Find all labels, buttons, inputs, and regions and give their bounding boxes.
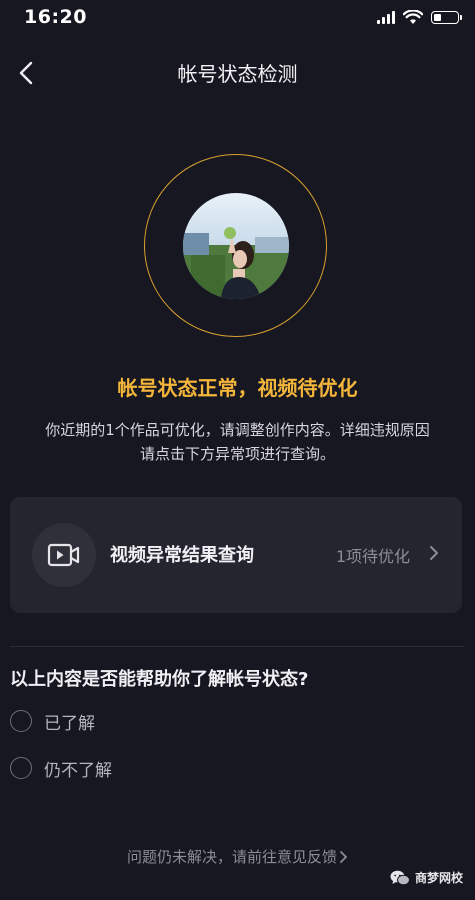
status-headline: 帐号状态正常，视频待优化 <box>117 376 358 400</box>
status-icons <box>377 10 462 25</box>
status-description: 你近期的1个作品可优化，请调整创作内容。详细违规原因 请点击下方异常项进行查询。 <box>18 418 457 466</box>
status-description-line2: 请点击下方异常项进行查询。 <box>139 445 335 463</box>
feedback-link-text: 问题仍未解决，请前往意见反馈 <box>126 848 337 866</box>
signal-icon <box>377 11 395 24</box>
battery-icon <box>431 11 462 24</box>
status-time: 16:20 <box>24 6 87 28</box>
watermark-text: 商梦网校 <box>414 871 463 885</box>
card-title: 视频异常结果查询 <box>110 545 254 566</box>
avatar <box>183 193 289 299</box>
radio-button[interactable] <box>10 710 32 732</box>
wifi-icon <box>403 10 423 24</box>
battery-fill <box>434 14 441 21</box>
video-abnormal-result-card[interactable]: 视频异常结果查询 1项待优化 <box>10 497 462 613</box>
option-not-understood[interactable]: 仍不了解 <box>10 755 112 781</box>
status-description-line1: 你近期的1个作品可优化，请调整创作内容。详细违规原因 <box>45 421 430 439</box>
video-camera-icon <box>47 543 80 567</box>
card-status-badge: 1项待优化 <box>335 547 410 566</box>
card-icon-circle <box>32 523 96 587</box>
option-label: 已了解 <box>44 713 95 734</box>
chevron-right-icon <box>430 546 438 560</box>
option-label: 仍不了解 <box>44 760 112 781</box>
feedback-link[interactable]: 问题仍未解决，请前往意见反馈 <box>0 846 475 867</box>
radio-button[interactable] <box>10 757 32 779</box>
status-bar: 16:20 <box>0 0 475 34</box>
page-title: 帐号状态检测 <box>177 62 298 86</box>
divider <box>10 646 465 647</box>
nav-bar: 帐号状态检测 <box>0 44 475 102</box>
survey-question: 以上内容是否能帮助你了解帐号状态? <box>10 669 309 690</box>
option-understood[interactable]: 已了解 <box>10 708 95 734</box>
watermark: 商梦网校 <box>390 869 463 886</box>
wechat-icon <box>390 870 410 885</box>
chevron-right-icon <box>340 851 347 863</box>
